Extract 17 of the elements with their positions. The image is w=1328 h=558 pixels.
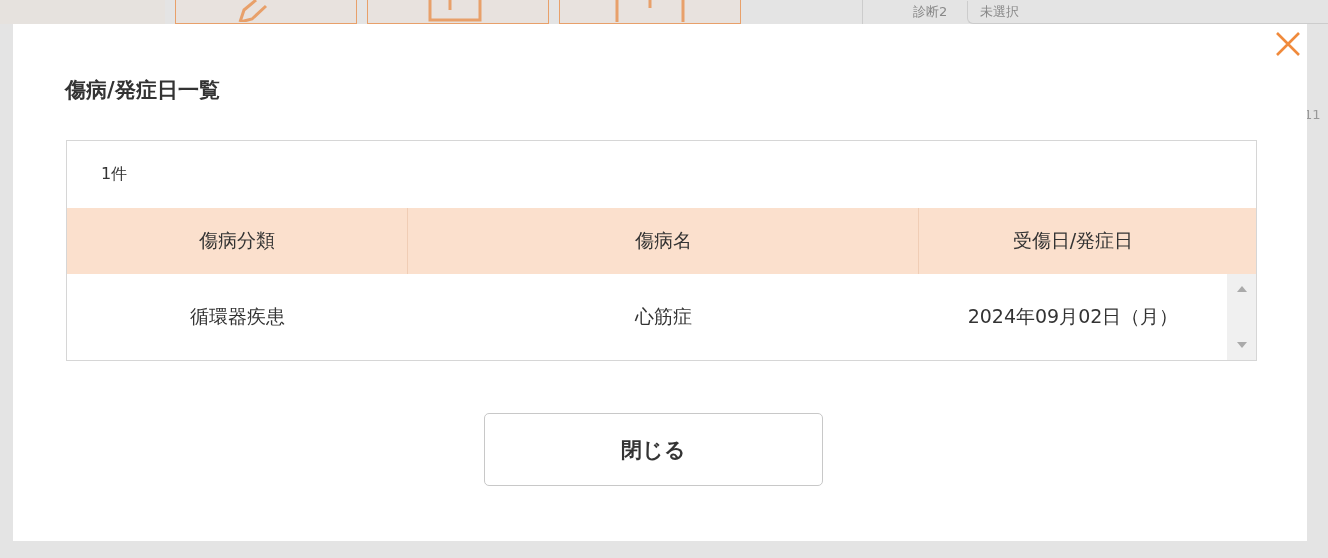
result-count: 1件 bbox=[100, 163, 129, 185]
scroll-down-icon[interactable] bbox=[1236, 342, 1247, 348]
toolbar-button[interactable] bbox=[175, 0, 357, 24]
column-header: 受傷日/発症日 bbox=[1011, 228, 1135, 253]
dialog-title: 傷病/発症日一覧 bbox=[65, 77, 221, 104]
column-header: 傷病名 bbox=[408, 208, 919, 274]
scroll-up-icon[interactable] bbox=[1236, 286, 1247, 292]
table-cell-text: 心筋症 bbox=[634, 304, 693, 329]
field-label: 診断2 bbox=[913, 3, 948, 21]
table-cell-text: 循環器疾患 bbox=[189, 304, 286, 329]
column-header: 傷病分類 bbox=[67, 208, 408, 274]
toolbar-button[interactable] bbox=[559, 0, 741, 24]
close-button[interactable]: 閉じる bbox=[483, 413, 823, 486]
scrollbar[interactable] bbox=[1227, 274, 1256, 360]
toolbar-button[interactable] bbox=[367, 0, 549, 24]
close-icon[interactable] bbox=[1275, 31, 1301, 57]
table-cell-text: 2024年09月02日（月） bbox=[966, 304, 1180, 329]
